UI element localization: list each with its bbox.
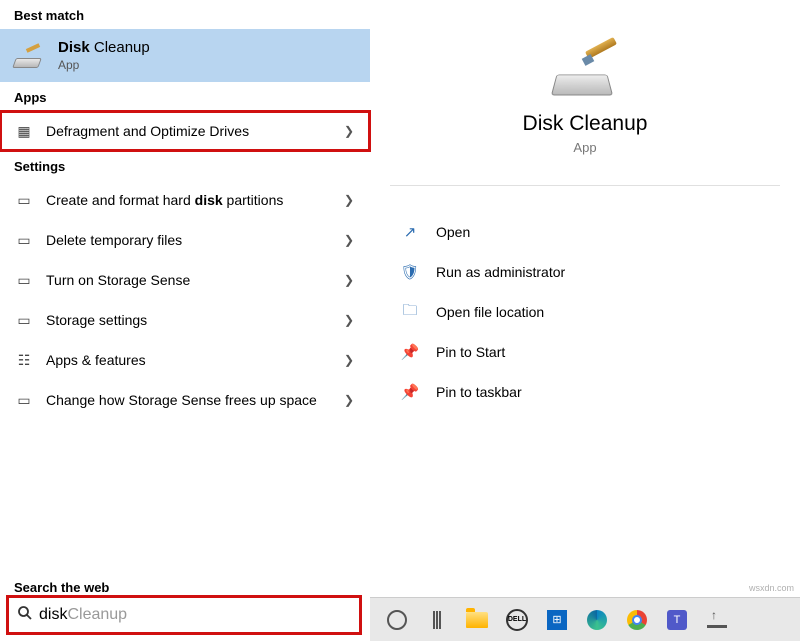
setting-label: Change how Storage Sense frees up space: [46, 392, 332, 408]
edge-icon[interactable]: [584, 607, 610, 633]
partition-icon: ▭: [14, 190, 34, 210]
setting-label: Apps & features: [46, 352, 332, 368]
taskbar: DELL ⊞ T: [370, 597, 800, 641]
chevron-right-icon: ❯: [344, 353, 356, 367]
teams-icon[interactable]: T: [664, 607, 690, 633]
chevron-right-icon: ❯: [344, 393, 356, 407]
apps-header: Apps: [0, 82, 370, 111]
search-icon: [17, 605, 33, 626]
disk-cleanup-icon: [14, 44, 46, 68]
chevron-right-icon: ❯: [344, 313, 356, 327]
setting-label: Storage settings: [46, 312, 332, 328]
action-label: Pin to taskbar: [436, 384, 522, 400]
chevron-right-icon: ❯: [344, 124, 356, 138]
setting-label: Turn on Storage Sense: [46, 272, 332, 288]
setting-storage-change[interactable]: ▭ Change how Storage Sense frees up spac…: [0, 380, 370, 420]
app-label: Defragment and Optimize Drives: [46, 123, 332, 139]
best-match-header: Best match: [0, 0, 370, 29]
storage-sense-icon: ▭: [14, 270, 34, 290]
detail-title: Disk Cleanup: [523, 112, 648, 136]
setting-label: Delete temporary files: [46, 232, 332, 248]
settings-list: ▭ Create and format hard disk partitions…: [0, 180, 370, 572]
search-results-panel: Best match Disk Cleanup App Apps ▦ Defra…: [0, 0, 800, 641]
pin-taskbar-icon: 📌: [400, 382, 420, 402]
pin-start-icon: 📌: [400, 342, 420, 362]
watermark: wsxdn.com: [749, 583, 794, 593]
best-match-title: Disk Cleanup: [58, 39, 150, 56]
chevron-right-icon: ❯: [344, 273, 356, 287]
detail-panel: Disk Cleanup App ↗ Open 🛡 Run as adminis…: [370, 0, 800, 641]
chrome-icon[interactable]: [624, 607, 650, 633]
action-open[interactable]: ↗ Open: [400, 212, 770, 252]
storage-change-icon: ▭: [14, 390, 34, 410]
search-suggestion: Cleanup: [67, 606, 127, 624]
setting-label: Create and format hard disk partitions: [46, 192, 332, 208]
setting-delete-temp[interactable]: ▭ Delete temporary files ❯: [0, 220, 370, 260]
detail-header: Disk Cleanup App: [370, 30, 800, 179]
setting-storage[interactable]: ▭ Storage settings ❯: [0, 300, 370, 340]
task-view-icon[interactable]: [424, 607, 450, 633]
setting-storage-sense[interactable]: ▭ Turn on Storage Sense ❯: [0, 260, 370, 300]
settings-header: Settings: [0, 151, 370, 180]
search-input[interactable]: disk Cleanup: [6, 595, 362, 635]
apps-features-icon: ☷: [14, 350, 34, 370]
action-label: Run as administrator: [436, 264, 565, 280]
action-file-location[interactable]: 🗀 Open file location: [400, 292, 770, 332]
setting-apps-features[interactable]: ☷ Apps & features ❯: [0, 340, 370, 380]
defrag-icon: ▦: [14, 121, 34, 141]
actions-list: ↗ Open 🛡 Run as administrator 🗀 Open fil…: [370, 192, 800, 432]
dell-icon[interactable]: DELL: [504, 607, 530, 633]
action-label: Open: [436, 224, 470, 240]
disk-cleanup-icon: [549, 40, 621, 96]
best-match-disk-cleanup[interactable]: Disk Cleanup App: [0, 29, 370, 82]
file-explorer-icon[interactable]: [464, 607, 490, 633]
app-defragment[interactable]: ▦ Defragment and Optimize Drives ❯: [0, 111, 370, 151]
store-icon[interactable]: ⊞: [544, 607, 570, 633]
divider: [390, 185, 780, 186]
action-run-admin[interactable]: 🛡 Run as administrator: [400, 252, 770, 292]
search-typed: disk: [39, 606, 67, 624]
action-pin-taskbar[interactable]: 📌 Pin to taskbar: [400, 372, 770, 412]
action-pin-start[interactable]: 📌 Pin to Start: [400, 332, 770, 372]
left-panel: Best match Disk Cleanup App Apps ▦ Defra…: [0, 0, 370, 641]
delete-temp-icon: ▭: [14, 230, 34, 250]
folder-icon: 🗀: [400, 302, 420, 322]
admin-icon: 🛡: [400, 262, 420, 282]
storage-icon: ▭: [14, 310, 34, 330]
best-match-subtitle: App: [58, 58, 150, 72]
tray-up-icon[interactable]: [704, 607, 730, 633]
chevron-right-icon: ❯: [344, 233, 356, 247]
setting-partitions[interactable]: ▭ Create and format hard disk partitions…: [0, 180, 370, 220]
action-label: Open file location: [436, 304, 544, 320]
open-icon: ↗: [400, 222, 420, 242]
detail-subtitle: App: [573, 140, 596, 155]
action-label: Pin to Start: [436, 344, 505, 360]
chevron-right-icon: ❯: [344, 193, 356, 207]
cortana-icon[interactable]: [384, 607, 410, 633]
